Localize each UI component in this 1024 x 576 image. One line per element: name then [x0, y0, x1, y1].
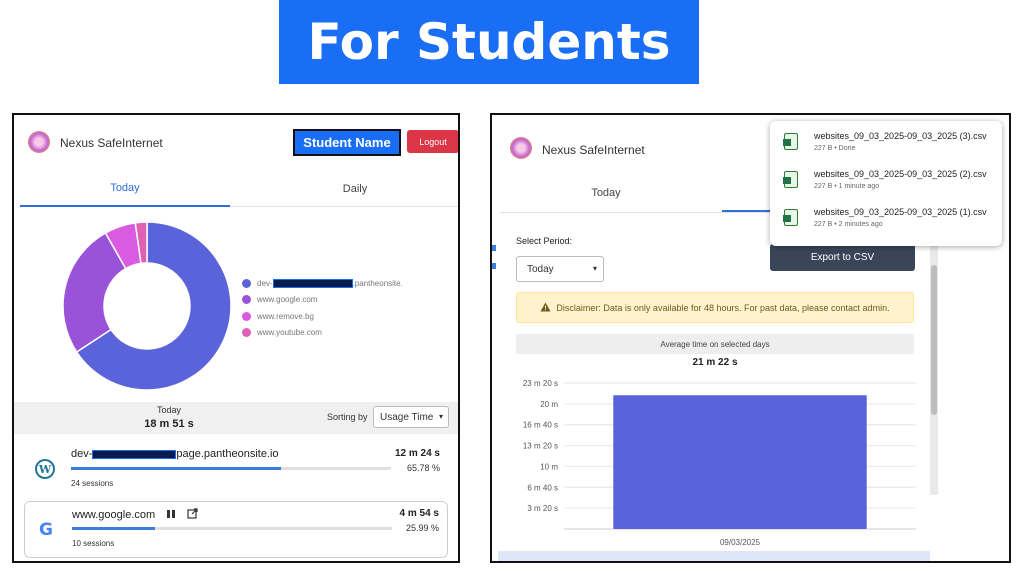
tab-today[interactable]: Today	[20, 171, 230, 207]
site-sessions: 24 sessions	[71, 479, 114, 488]
usage-progress-fill	[71, 467, 282, 470]
sorting-label: Sorting by	[327, 412, 368, 422]
download-meta: 227 B • 1 minute ago	[814, 183, 880, 190]
pause-icon[interactable]	[166, 509, 176, 522]
x-tick-label: 09/03/2025	[720, 538, 761, 547]
app-logo	[28, 131, 50, 153]
tab-daily[interactable]: Daily	[250, 171, 458, 207]
chart-bar[interactable]	[613, 395, 867, 529]
excel-file-icon	[783, 209, 798, 226]
y-tick-label: 6 m 40 s	[527, 483, 558, 492]
legend-item[interactable]: dev- .pantheonsite.	[242, 275, 403, 292]
legend-item[interactable]: www.youtube.com	[242, 325, 403, 342]
average-time-value: 21 m 22 s	[692, 357, 738, 368]
site-row[interactable]: G www.google.com 4 m 54 s 25.99 % 10 ses…	[24, 501, 448, 558]
site-percent: 25.99 %	[405, 523, 439, 533]
disclaimer-text: Disclaimer: Data is only available for 4…	[556, 302, 890, 313]
download-meta: 227 B • 2 minutes ago	[814, 221, 883, 228]
site-time: 4 m 54 s	[399, 508, 439, 519]
download-meta: 227 B • Done	[814, 145, 856, 152]
site-sessions: 10 sessions	[72, 539, 115, 548]
redaction-box	[272, 278, 353, 288]
usage-progress-track	[71, 467, 391, 470]
google-icon: G	[35, 518, 57, 540]
logout-button[interactable]: Logout	[407, 130, 458, 153]
tab-today[interactable]: Today	[500, 173, 712, 213]
scrollbar-thumb[interactable]	[931, 265, 937, 415]
bottom-strip	[498, 551, 930, 561]
app-name: Nexus SafeInternet	[542, 143, 645, 157]
chevron-down-icon: ▾	[592, 264, 597, 273]
chevron-down-icon: ▾	[438, 412, 443, 421]
reports-extension-popup: Nexus SafeInternet Today Select Period: …	[490, 113, 1011, 563]
excel-file-icon	[783, 133, 798, 150]
scrollbar[interactable]	[930, 245, 938, 495]
site-percent: 65.78 %	[406, 463, 440, 473]
external-link-icon[interactable]	[187, 508, 198, 522]
donut-svg	[62, 221, 232, 391]
download-item[interactable]: websites_09_03_2025-09_03_2025 (3).csv 2…	[770, 125, 1002, 163]
legend-label: .pantheonsite.	[352, 278, 403, 288]
site-name: www.google.com	[72, 508, 198, 522]
popup-header: Nexus SafeInternet Student Name Logout	[14, 115, 458, 170]
download-item[interactable]: websites_09_03_2025-09_03_2025 (1).csv 2…	[770, 201, 1002, 239]
period-select-value: Today	[527, 263, 554, 275]
download-filename: websites_09_03_2025-09_03_2025 (2).csv	[814, 169, 987, 179]
edge-marker	[492, 263, 496, 269]
tab-bar: Today Daily	[20, 171, 458, 207]
usage-progress-fill	[72, 527, 156, 530]
summary-total-time: 18 m 51 s	[144, 418, 194, 430]
sort-select-value: Usage Time	[380, 411, 434, 423]
average-time-label: Average time on selected days	[516, 334, 914, 354]
legend-dot	[242, 328, 251, 338]
excel-file-icon	[783, 171, 798, 188]
legend-label: www.google.com	[257, 295, 318, 305]
sort-select[interactable]: Usage Time ▾	[373, 406, 449, 428]
legend-dot	[242, 311, 251, 321]
site-name: dev-page.pantheonsite.io	[71, 448, 279, 460]
y-tick-label: 13 m 20 s	[523, 442, 558, 451]
site-time: 12 m 24 s	[394, 448, 440, 459]
y-tick-label: 10 m	[540, 462, 558, 471]
edge-marker	[492, 245, 496, 251]
legend-label: dev-	[257, 278, 273, 288]
downloads-popover: websites_09_03_2025-09_03_2025 (3).csv 2…	[770, 121, 1002, 246]
usage-donut-chart	[62, 221, 232, 391]
disclaimer-alert: Disclaimer: Data is only available for 4…	[516, 292, 914, 323]
app-logo	[510, 137, 532, 159]
download-item[interactable]: websites_09_03_2025-09_03_2025 (2).csv 2…	[770, 163, 1002, 201]
legend-item[interactable]: www.google.com	[242, 292, 403, 309]
daily-usage-bar-chart: 3 m 20 s 6 m 40 s 10 m 13 m 20 s 16 m 40 s 20…	[523, 379, 916, 547]
y-tick-label: 3 m 20 s	[527, 504, 558, 513]
svg-text:G: G	[39, 520, 53, 540]
warning-icon	[540, 302, 551, 314]
svg-text:W: W	[38, 463, 52, 476]
app-name: Nexus SafeInternet	[60, 136, 163, 150]
student-name-badge: Student Name	[293, 129, 401, 156]
summary-label: Today	[156, 405, 182, 415]
legend-dot	[242, 295, 251, 305]
site-row[interactable]: W dev-page.pantheonsite.io 12 m 24 s 65.…	[24, 442, 448, 499]
download-filename: websites_09_03_2025-09_03_2025 (3).csv	[814, 131, 987, 141]
legend-label: www.remove.bg	[257, 311, 314, 321]
redaction-box	[92, 449, 177, 459]
y-tick-label: 16 m 40 s	[523, 421, 558, 430]
select-period-label: Select Period:	[516, 236, 573, 246]
student-extension-popup: Nexus SafeInternet Student Name Logout T…	[12, 113, 460, 563]
y-tick-label: 20 m	[540, 400, 558, 409]
legend-label: www.youtube.com	[257, 328, 322, 338]
legend-item[interactable]: www.remove.bg	[242, 308, 403, 325]
legend-dot	[242, 278, 251, 288]
page-banner: For Students	[279, 0, 699, 84]
donut-legend: dev- .pantheonsite. www.google.com www.r…	[242, 275, 403, 341]
download-filename: websites_09_03_2025-09_03_2025 (1).csv	[814, 207, 987, 217]
usage-summary-bar: Today 18 m 51 s Sorting by Usage Time ▾	[14, 402, 458, 434]
y-tick-label: 23 m 20 s	[523, 379, 558, 388]
usage-progress-track	[72, 527, 392, 530]
wordpress-icon: W	[34, 458, 56, 480]
period-select[interactable]: Today ▾	[516, 256, 604, 282]
export-csv-button[interactable]: Export to CSV	[770, 244, 915, 271]
